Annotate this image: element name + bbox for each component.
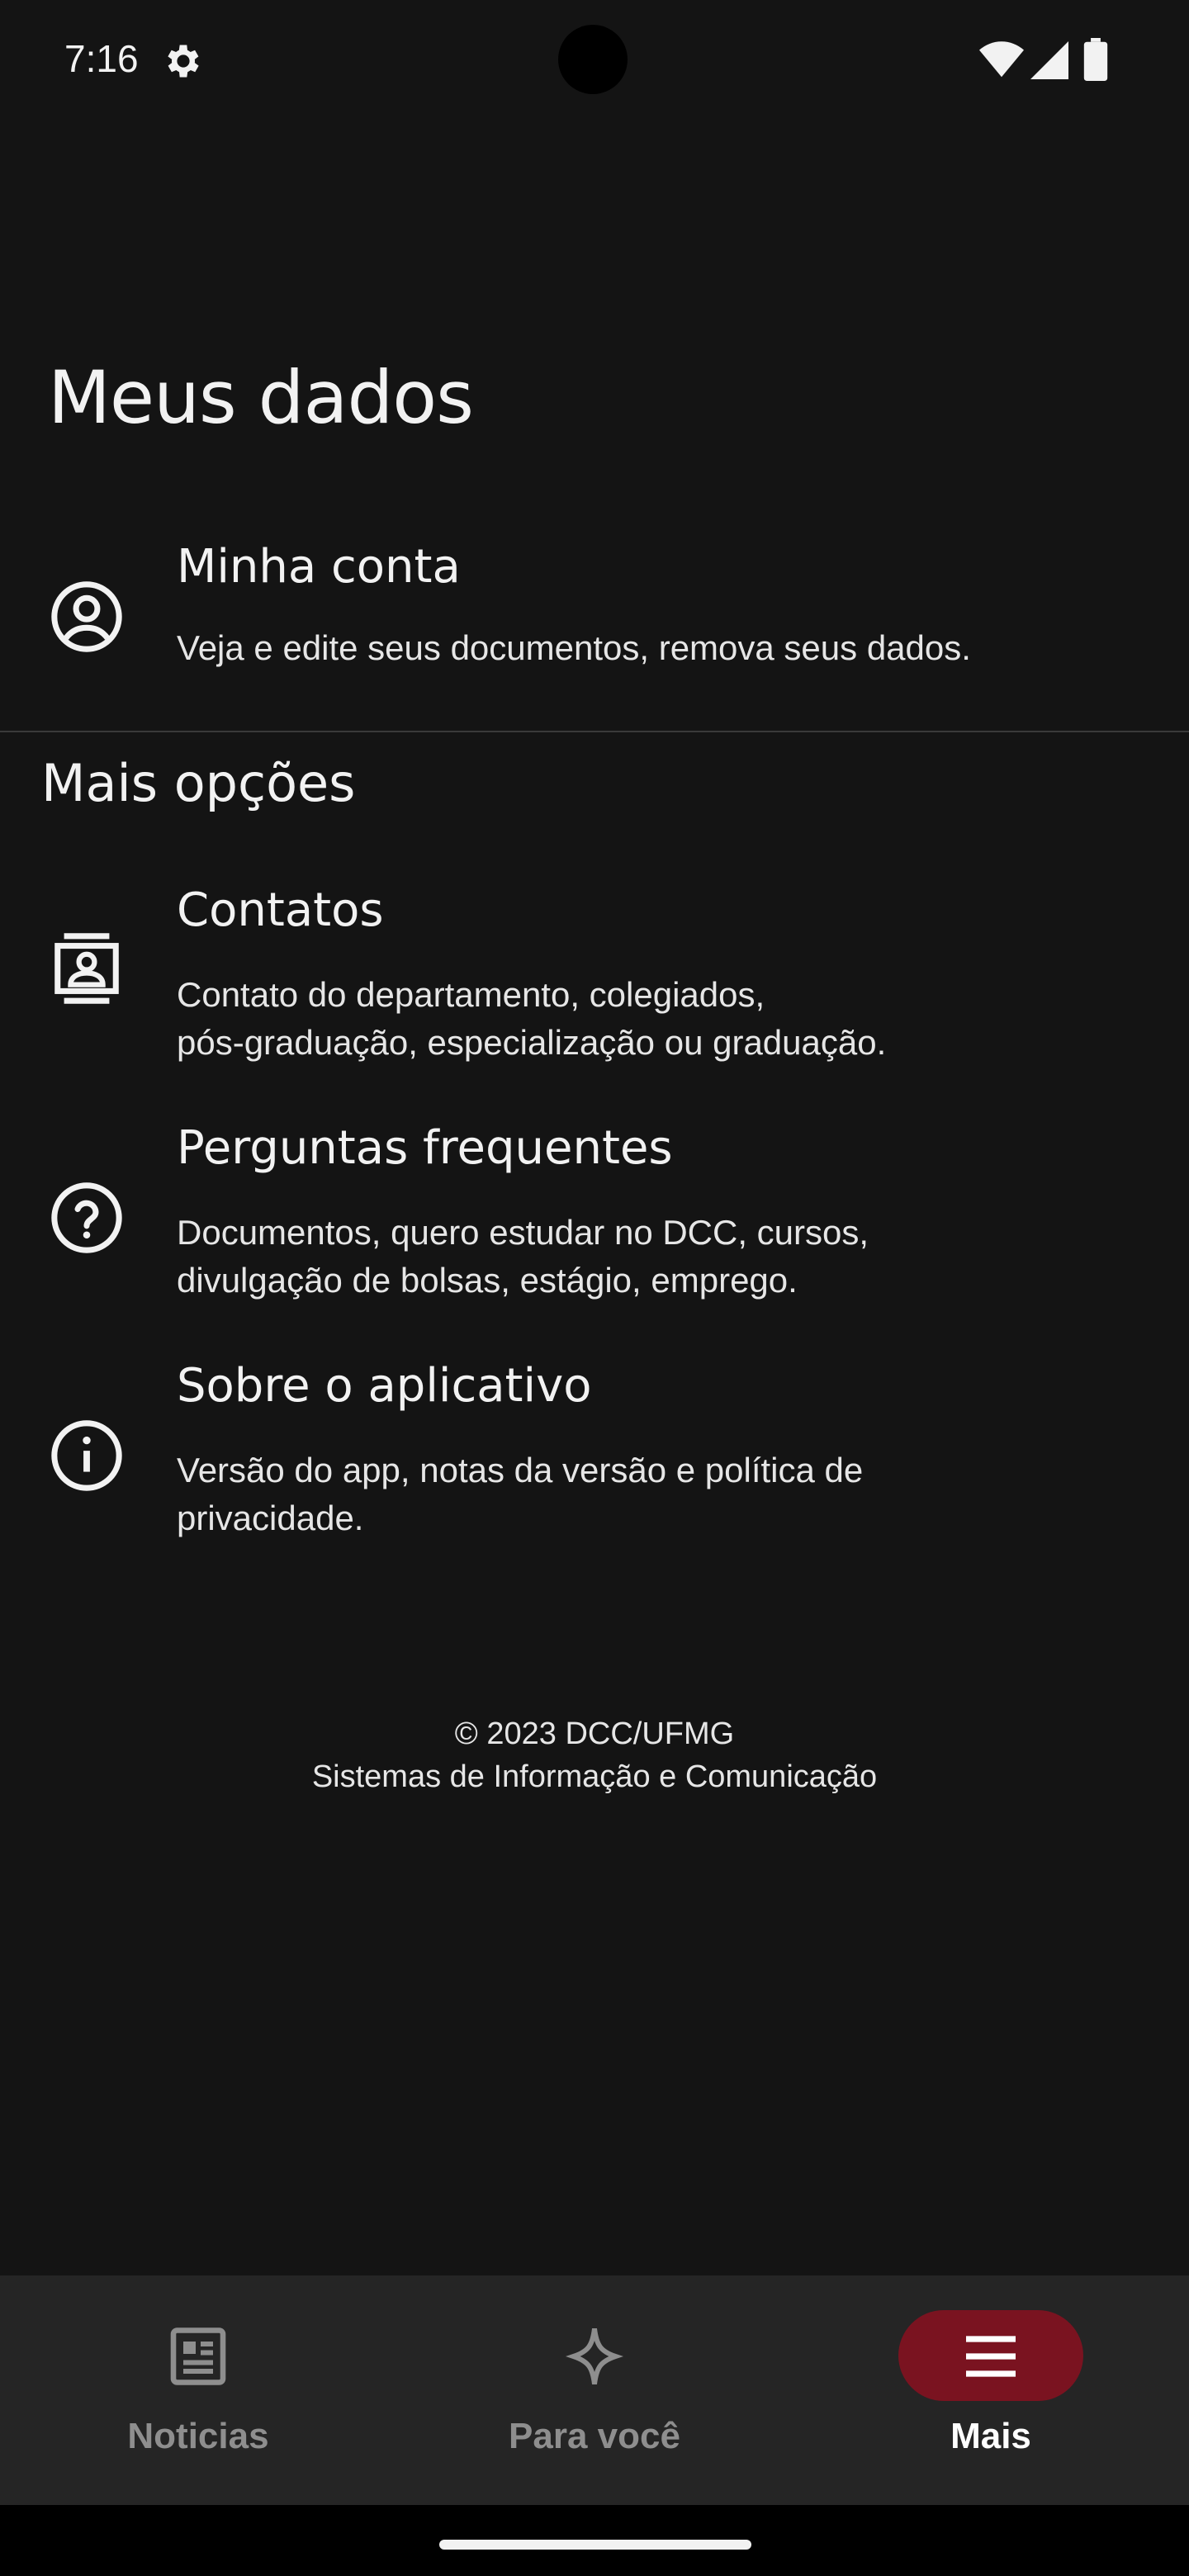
nav-label-para-voce: Para você [509, 2416, 680, 2456]
gear-icon [168, 45, 199, 78]
faq-desc-line2: divulgação de bolsas, estágio, emprego. [177, 1261, 798, 1300]
about-desc-line2: privacidade. [177, 1499, 364, 1537]
status-bar: 7:16 [0, 0, 1189, 124]
signal-icon [1030, 41, 1068, 79]
section-title: Mais opções [41, 753, 356, 813]
gesture-handle[interactable] [439, 2540, 751, 2550]
account-circle-icon [51, 581, 122, 652]
account-item[interactable]: Minha conta Veja e edite seus documentos… [0, 528, 1189, 710]
about-item-description: Versão do app, notas da versão e polític… [177, 1447, 1151, 1542]
battery-icon [1083, 38, 1108, 81]
status-time: 7:16 [64, 37, 139, 80]
section-divider [0, 731, 1189, 732]
camera-cutout [558, 25, 628, 94]
faq-item-title: Perguntas frequentes [177, 1121, 673, 1175]
faq-desc-line1: Documentos, quero estudar no DCC, cursos… [177, 1213, 869, 1252]
nav-item-mais[interactable]: Mais [793, 2275, 1189, 2505]
menu-icon [966, 2336, 1016, 2377]
contacts-item-description: Contato do departamento, colegiados, pós… [177, 971, 1151, 1067]
wifi-icon [979, 41, 1024, 78]
nav-item-noticias[interactable]: Noticias [0, 2275, 396, 2505]
faq-item-description: Documentos, quero estudar no DCC, cursos… [177, 1209, 1151, 1305]
contacts-desc-line2: pós-graduação, especialização ou graduaç… [177, 1023, 887, 1062]
contacts-item-title: Contatos [177, 883, 384, 937]
account-item-title: Minha conta [177, 540, 461, 594]
bottom-navigation: Noticias Para você Mais [0, 2275, 1189, 2505]
contacts-item[interactable]: Contatos Contato do departamento, colegi… [0, 874, 1189, 1088]
footer-copyright: © 2023 DCC/UFMG [454, 1717, 735, 1751]
about-item-title: Sobre o aplicativo [177, 1359, 592, 1413]
footer-department: Sistemas de Informação e Comunicação [311, 1759, 878, 1794]
account-item-description: Veja e edite seus documentos, remova seu… [177, 628, 971, 667]
about-desc-line1: Versão do app, notas da versão e polític… [177, 1451, 864, 1489]
nav-item-para-voce[interactable]: Para você [396, 2275, 793, 2505]
nav-label-mais: Mais [950, 2416, 1031, 2456]
footer: © 2023 DCC/UFMG Sistemas de Informação e… [0, 1712, 1189, 1798]
contacts-desc-line1: Contato do departamento, colegiados, [177, 975, 765, 1014]
sparkle-icon [566, 2328, 623, 2384]
about-item[interactable]: Sobre o aplicativo Versão do app, notas … [0, 1349, 1189, 1564]
contacts-icon [54, 933, 119, 1004]
faq-item[interactable]: Perguntas frequentes Documentos, quero e… [0, 1111, 1189, 1326]
info-icon [51, 1420, 122, 1491]
page-title: Meus dados [48, 355, 474, 440]
nav-label-noticias: Noticias [127, 2416, 269, 2456]
newspaper-icon [170, 2327, 226, 2385]
help-circle-icon [51, 1182, 122, 1253]
